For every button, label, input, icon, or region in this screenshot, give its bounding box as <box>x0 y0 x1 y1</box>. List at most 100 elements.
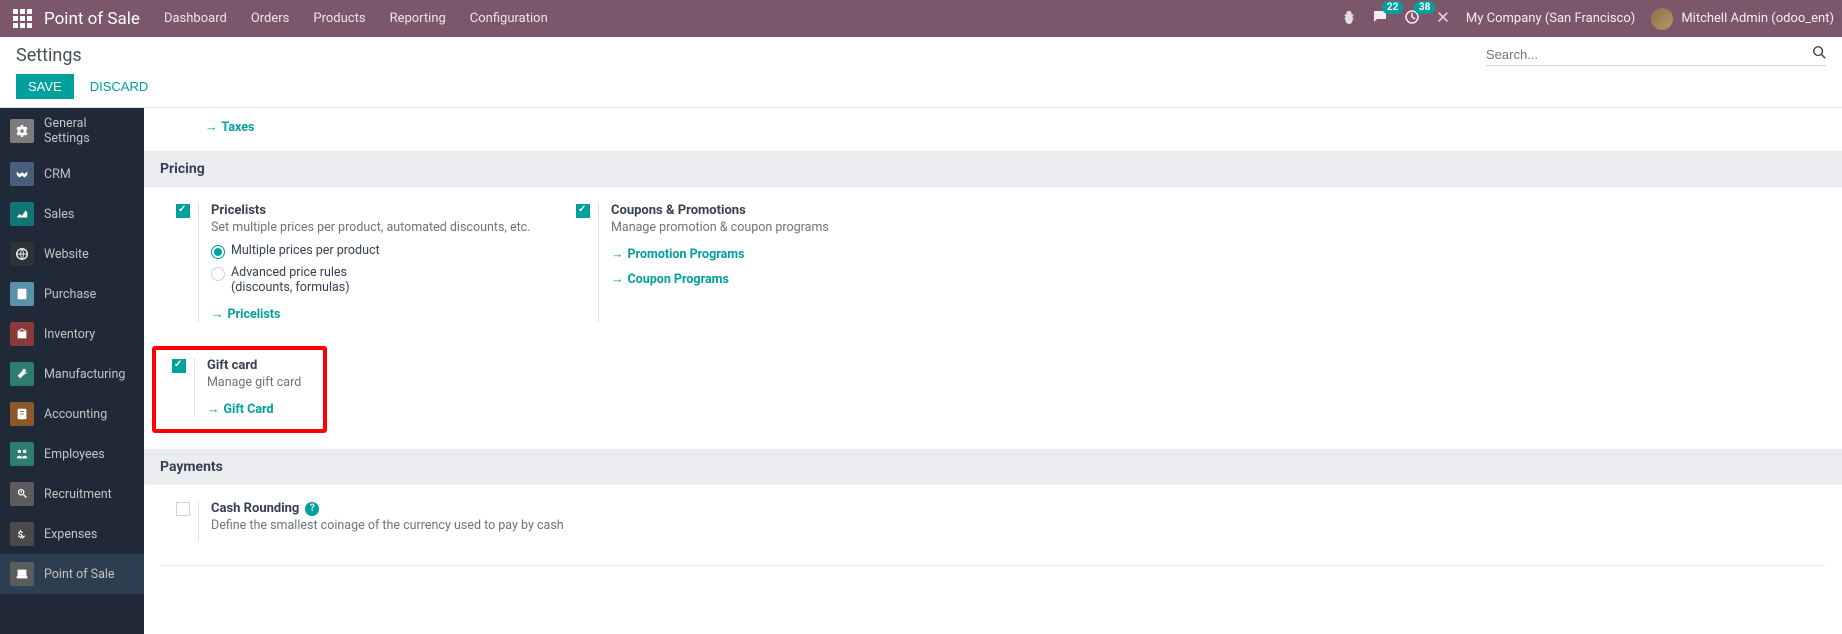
receipt-icon <box>10 282 34 306</box>
pricelists-desc: Set multiple prices per product, automat… <box>211 220 552 235</box>
setting-cash-rounding: Cash Rounding ? Define the smallest coin… <box>160 501 760 557</box>
pricelists-link[interactable]: → Pricelists <box>211 307 280 322</box>
sidebar-item-sales[interactable]: Sales <box>0 194 144 234</box>
activities-badge: 38 <box>1414 1 1435 14</box>
giftcard-checkbox[interactable] <box>172 359 186 373</box>
arrow-right-icon: → <box>207 402 220 417</box>
pricelists-checkbox[interactable] <box>176 204 190 218</box>
giftcard-desc: Manage gift card <box>207 375 315 390</box>
tools-icon[interactable] <box>1436 10 1450 28</box>
sidebar-label: Website <box>44 247 89 262</box>
app-brand[interactable]: Point of Sale <box>44 9 140 29</box>
section-pricing-header: Pricing <box>144 151 1842 187</box>
highlight-annotation: Gift card Manage gift card → Gift Card <box>152 346 327 433</box>
people-icon <box>10 442 34 466</box>
radio-advanced-rules[interactable]: Advanced price rules (discounts, formula… <box>211 265 552 295</box>
pricelists-title: Pricelists <box>211 203 552 218</box>
user-avatar-icon <box>1651 8 1673 30</box>
sidebar-label: Accounting <box>44 407 107 422</box>
sidebar-label: Sales <box>44 207 74 222</box>
sidebar-item-employees[interactable]: Employees <box>0 434 144 474</box>
coupons-checkbox[interactable] <box>576 204 590 218</box>
wrench-icon <box>10 362 34 386</box>
nav-menu: Dashboard Orders Products Reporting Conf… <box>164 11 548 26</box>
dollar-icon: $ <box>10 522 34 546</box>
messages-badge: 22 <box>1382 1 1403 14</box>
sidebar-label: Purchase <box>44 287 96 302</box>
radio-icon <box>211 245 225 259</box>
bug-icon[interactable] <box>1342 10 1356 28</box>
search-wrap <box>1486 45 1826 66</box>
sidebar-item-manufacturing[interactable]: Manufacturing <box>0 354 144 394</box>
nav-orders[interactable]: Orders <box>251 11 290 26</box>
user-name: Mitchell Admin (odoo_ent) <box>1681 11 1834 26</box>
coupons-desc: Manage promotion & coupon programs <box>611 220 952 235</box>
sidebar-item-purchase[interactable]: Purchase <box>0 274 144 314</box>
magnifier-person-icon <box>10 482 34 506</box>
sidebar-label: Recruitment <box>44 487 112 502</box>
setting-coupons: Coupons & Promotions Manage promotion & … <box>560 203 960 338</box>
sidebar-item-general[interactable]: General Settings <box>0 108 144 154</box>
register-icon <box>10 562 34 586</box>
gear-icon <box>10 119 34 143</box>
nav-right: 22 38 My Company (San Francisco) Mitchel… <box>1342 8 1834 30</box>
messages-icon[interactable]: 22 <box>1372 9 1388 29</box>
arrow-right-icon: → <box>205 120 218 135</box>
nav-dashboard[interactable]: Dashboard <box>164 11 227 26</box>
radio-multiple-prices[interactable]: Multiple prices per product <box>211 243 552 259</box>
apps-menu-icon[interactable] <box>8 5 36 33</box>
sidebar-label: Employees <box>44 447 105 462</box>
save-button[interactable]: SAVE <box>16 74 74 99</box>
sidebar-item-inventory[interactable]: Inventory <box>0 314 144 354</box>
nav-reporting[interactable]: Reporting <box>390 11 446 26</box>
search-icon[interactable] <box>1812 45 1826 63</box>
nav-products[interactable]: Products <box>313 11 365 26</box>
sidebar-label: General Settings <box>44 116 134 146</box>
cash-rounding-desc: Define the smallest coinage of the curre… <box>211 518 752 533</box>
arrow-right-icon: → <box>611 272 624 287</box>
sidebar-item-accounting[interactable]: Accounting <box>0 394 144 434</box>
section-payments-header: Payments <box>144 449 1842 485</box>
info-icon[interactable]: ? <box>305 502 319 516</box>
settings-content: → Taxes Pricing Pricelists Set multiple … <box>144 108 1842 634</box>
setting-pricelists: Pricelists Set multiple prices per produ… <box>160 203 560 338</box>
sidebar-label: Manufacturing <box>44 367 125 382</box>
sidebar-item-expenses[interactable]: $ Expenses <box>0 514 144 554</box>
sidebar-item-recruitment[interactable]: Recruitment <box>0 474 144 514</box>
sidebar-item-crm[interactable]: CRM <box>0 154 144 194</box>
setting-giftcard: Gift card Manage gift card → Gift Card <box>156 350 323 429</box>
sidebar-item-website[interactable]: Website <box>0 234 144 274</box>
giftcard-link[interactable]: → Gift Card <box>207 402 274 417</box>
book-icon <box>10 402 34 426</box>
radio-icon <box>211 267 225 281</box>
taxes-link[interactable]: → Taxes <box>205 120 254 135</box>
settings-sidebar: General Settings CRM Sales Website Purch… <box>0 108 144 634</box>
activities-icon[interactable]: 38 <box>1404 9 1420 29</box>
sidebar-label: Inventory <box>44 327 95 342</box>
chart-icon <box>10 202 34 226</box>
promotion-programs-link[interactable]: → Promotion Programs <box>611 247 745 262</box>
breadcrumb: Settings <box>16 45 82 66</box>
coupons-title: Coupons & Promotions <box>611 203 952 218</box>
box-icon <box>10 322 34 346</box>
globe-icon <box>10 242 34 266</box>
search-input[interactable] <box>1486 47 1812 62</box>
cash-rounding-checkbox[interactable] <box>176 502 190 516</box>
cash-rounding-title: Cash Rounding ? <box>211 501 752 516</box>
handshake-icon <box>10 162 34 186</box>
sidebar-label: CRM <box>44 167 71 182</box>
company-selector[interactable]: My Company (San Francisco) <box>1466 11 1635 26</box>
arrow-right-icon: → <box>211 307 224 322</box>
arrow-right-icon: → <box>611 247 624 262</box>
svg-text:$: $ <box>18 530 24 541</box>
control-panel: Settings SAVE DISCARD <box>0 37 1842 108</box>
sidebar-label: Expenses <box>44 527 97 542</box>
coupon-programs-link[interactable]: → Coupon Programs <box>611 272 729 287</box>
sidebar-label: Point of Sale <box>44 567 115 582</box>
giftcard-title: Gift card <box>207 358 315 373</box>
top-navbar: Point of Sale Dashboard Orders Products … <box>0 0 1842 37</box>
nav-configuration[interactable]: Configuration <box>470 11 548 26</box>
discard-button[interactable]: DISCARD <box>78 74 161 99</box>
sidebar-item-pos[interactable]: Point of Sale <box>0 554 144 594</box>
user-menu[interactable]: Mitchell Admin (odoo_ent) <box>1651 8 1834 30</box>
